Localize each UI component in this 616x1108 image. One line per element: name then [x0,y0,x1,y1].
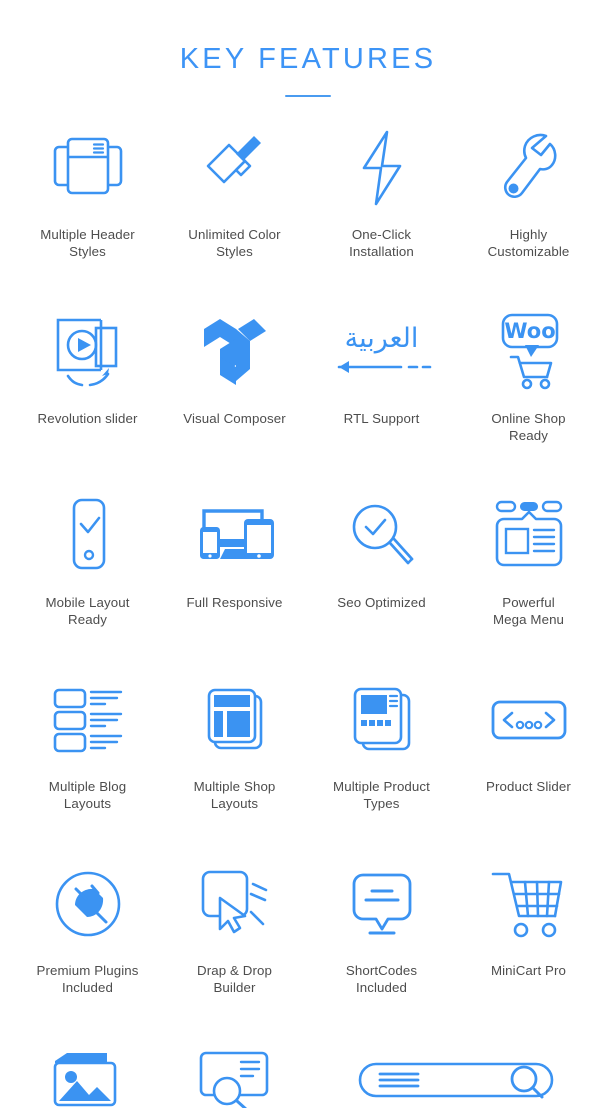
feature-full-responsive[interactable]: Full Responsive [161,490,308,611]
speech-bubble-lines-icon [346,858,418,950]
feature-label: Drap & Drop Builder [197,962,272,995]
feature-product-ajax-live-search[interactable]: Product AJAX Live Search [310,1034,602,1108]
header-layout-icon [47,122,129,214]
feature-label: Product Slider [486,778,571,794]
feature-label: Full Responsive [186,594,283,610]
row-spacer [14,260,602,306]
title-underline-divider [285,94,331,97]
feature-label: One-Click Installation [349,226,414,259]
feature-label: ShortCodes Included [345,962,418,995]
feature-label: Multiple Blog Layouts [48,778,127,811]
feature-product-slider[interactable]: Product Slider [455,674,602,795]
page-title: KEY FEATURES [179,43,437,75]
feature-label: Unlimited Color Styles [188,226,281,259]
feature-premium-plugins-included[interactable]: Premium Plugins Included [14,858,161,996]
feature-label: Multiple Header Styles [40,226,135,259]
quick-view-icon [195,1034,277,1108]
feature-rtl-support[interactable]: العربية RTL Support [308,306,455,427]
feature-drag-drop-builder[interactable]: Drap & Drop Builder [161,858,308,996]
features-row-2: Revolution slider Visual Composer العربي… [14,306,602,444]
blog-list-icon [49,674,127,766]
page-header: KEY FEATURES [0,0,616,97]
feature-online-shop-ready[interactable]: Woo Online Shop Ready [455,306,602,444]
feature-label: Multiple Product Types [333,778,430,811]
responsive-devices-icon [192,490,278,582]
feature-label: Revolution slider [37,410,138,426]
features-row-3: Mobile Layout Ready Full Responsive Seo … [14,490,602,628]
features-row-4: Multiple Blog Layouts Multiple Shop Layo… [14,674,602,812]
feature-product-quick-view[interactable]: Product Quick View [162,1034,310,1108]
feature-label: Powerful Mega Menu [492,594,565,627]
magnifier-check-icon [346,490,418,582]
feature-powerful-mega-menu[interactable]: Powerful Mega Menu [455,490,602,628]
feature-seo-optimized[interactable]: Seo Optimized [308,490,455,611]
feature-label: Mobile Layout Ready [45,594,130,627]
rtl-arabic-icon: العربية [329,306,435,398]
cursor-drag-icon [195,858,275,950]
feature-revolution-slider[interactable]: Revolution slider [14,306,161,427]
product-cards-icon [345,674,419,766]
wrench-icon [494,122,564,214]
feature-visual-composer[interactable]: Visual Composer [161,306,308,427]
row-spacer [14,812,602,858]
woocommerce-cart-icon: Woo [489,306,569,398]
feature-unlimited-color-styles[interactable]: Unlimited Color Styles [161,122,308,260]
woo-wordmark: Woo [504,319,555,343]
features-row-1: Multiple Header Styles Unlimited Color S… [14,122,602,260]
feature-one-click-installation[interactable]: One-Click Installation [308,122,455,260]
feature-label: Premium Plugins Included [36,962,139,995]
plug-circle-icon [51,858,125,950]
feature-highly-customizable[interactable]: Highly Customizable [455,122,602,260]
feature-mobile-layout-ready[interactable]: Mobile Layout Ready [14,490,161,628]
feature-label: Online Shop Ready [491,410,566,443]
features-row-5: Premium Plugins Included Drap & Drop Bui [14,858,602,996]
key-features-page: KEY FEATURES Multiple Header Styles Unli… [0,0,616,1108]
features-grid: Multiple Header Styles Unlimited Color S… [0,122,616,1108]
slider-play-icon [46,306,130,398]
image-gallery-icon [49,1034,127,1108]
feature-shortcodes-included[interactable]: ShortCodes Included [308,858,455,996]
feature-minicart-pro[interactable]: MiniCart Pro [455,858,602,979]
feature-multiple-product-types[interactable]: Multiple Product Types [308,674,455,812]
feature-multiple-blog-layouts[interactable]: Multiple Blog Layouts [14,674,161,812]
feature-label: Highly Customizable [487,226,570,259]
row-spacer [14,628,602,674]
paint-roller-icon [198,122,272,214]
shopping-cart-icon [489,858,569,950]
visual-composer-logo-icon [200,306,270,398]
feature-label: RTL Support [343,410,420,426]
mega-menu-icon [489,490,569,582]
feature-label: Multiple Shop Layouts [193,778,276,811]
phone-check-icon [60,490,116,582]
feature-color-image-swatches[interactable]: Color & Image Swatches [14,1034,162,1108]
features-row-6: Color & Image Swatches Prod [14,1034,602,1108]
search-bar-icon [356,1034,556,1108]
shop-pages-icon [199,674,271,766]
row-spacer [14,444,602,490]
feature-label: Visual Composer [183,410,286,426]
feature-multiple-shop-layouts[interactable]: Multiple Shop Layouts [161,674,308,812]
feature-label: MiniCart Pro [490,962,567,978]
feature-multiple-header-styles[interactable]: Multiple Header Styles [14,122,161,260]
lightning-bolt-icon [354,122,410,214]
row-spacer [14,996,602,1034]
carousel-arrows-icon [489,674,569,766]
arabic-glyph: العربية [344,323,419,355]
feature-label: Seo Optimized [337,594,426,610]
